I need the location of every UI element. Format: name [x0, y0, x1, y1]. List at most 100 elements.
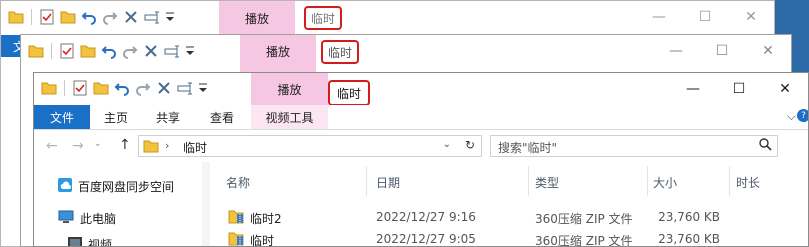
new-folder-icon[interactable]: [79, 42, 97, 60]
minimize-button[interactable]: —: [670, 73, 716, 105]
column-header-label: 名称: [226, 176, 251, 190]
customize-dropdown-icon[interactable]: [197, 79, 209, 97]
delete-icon[interactable]: [122, 8, 140, 26]
refresh-icon[interactable]: ↻: [465, 138, 475, 152]
close-button[interactable]: ✕: [762, 73, 808, 105]
tab-video-tools-label: 视频工具: [265, 110, 314, 125]
tab-home[interactable]: 主页: [94, 105, 138, 129]
close-button[interactable]: ✕: [745, 35, 791, 67]
column-header-label: 日期: [376, 176, 401, 190]
minimize-button[interactable]: —: [636, 1, 682, 33]
contextual-tab-label: 播放: [244, 11, 269, 26]
delete-icon[interactable]: [142, 42, 160, 60]
customize-dropdown-icon[interactable]: [184, 42, 196, 60]
tab-share[interactable]: 共享: [146, 105, 190, 129]
forward-arrow-icon[interactable]: →: [72, 138, 84, 154]
file-size: 23,760 KB: [658, 210, 720, 224]
column-header-name[interactable]: 名称: [226, 174, 250, 191]
tab-video-tools[interactable]: 视频工具: [251, 105, 328, 129]
maximize-button[interactable]: ☐: [699, 35, 745, 67]
column-header-label: 类型: [535, 176, 560, 190]
tab-file[interactable]: 文件: [34, 105, 90, 129]
column-divider[interactable]: [528, 166, 529, 196]
folder-icon: [40, 79, 58, 97]
close-button[interactable]: ✕: [728, 1, 774, 33]
navigation-pane: 百度网盘同步空间 此电脑 视频: [34, 162, 202, 246]
address-bar[interactable]: › 临时 ⌄ ↻: [138, 135, 482, 157]
nav-item-cloud-drive[interactable]: 百度网盘同步空间: [58, 178, 174, 195]
rename-icon[interactable]: [143, 8, 161, 26]
redo-icon[interactable]: [121, 42, 139, 60]
tab-home-label: 主页: [103, 110, 128, 125]
contextual-tab-label: 播放: [265, 44, 290, 59]
recent-locations-icon[interactable]: ⌄: [94, 139, 102, 149]
maximize-button[interactable]: ☐: [682, 1, 728, 33]
address-dropdown-icon[interactable]: ⌄: [443, 139, 451, 150]
window-title-text: 临时: [337, 86, 362, 101]
zip-archive-icon: [228, 208, 244, 227]
table-row[interactable]: 临时2 2022/12/27 9:16 360压缩 ZIP 文件 23,760 …: [210, 206, 808, 228]
window-title-text: 临时: [328, 45, 353, 60]
quick-access-toolbar: [40, 79, 209, 97]
folder-icon: [7, 8, 25, 26]
search-icon: [759, 138, 772, 154]
quick-access-toolbar: [27, 42, 196, 60]
minimize-button[interactable]: —: [653, 35, 699, 67]
contextual-tab-header[interactable]: 播放: [240, 35, 316, 67]
column-divider[interactable]: [647, 166, 648, 196]
rename-icon[interactable]: [176, 79, 194, 97]
nav-item-label: 此电脑: [80, 212, 117, 226]
tab-file-label: 文件: [49, 110, 74, 125]
maximize-button[interactable]: ☐: [716, 73, 762, 105]
nav-item-videos[interactable]: 视频: [68, 236, 113, 247]
address-text: 临时: [183, 141, 208, 155]
properties-check-icon[interactable]: [38, 8, 56, 26]
folder-icon: [143, 139, 159, 156]
properties-check-icon[interactable]: [71, 79, 89, 97]
undo-icon[interactable]: [100, 42, 118, 60]
title-bar: 播放 临时 — ☐ ✕: [1, 1, 774, 35]
back-arrow-icon[interactable]: ←: [46, 138, 58, 154]
file-type: 360压缩 ZIP 文件: [535, 212, 633, 226]
column-header-size[interactable]: 大小: [653, 174, 677, 191]
tab-view[interactable]: 查看: [200, 105, 244, 129]
breadcrumb-chevron-icon[interactable]: ›: [165, 139, 169, 152]
contextual-tab-header[interactable]: 播放: [251, 73, 328, 105]
column-headers: 名称 日期 类型 大小 时长: [210, 162, 808, 198]
column-header-label: 大小: [653, 176, 678, 190]
column-header-duration[interactable]: 时长: [736, 174, 760, 191]
video-folder-icon: [68, 236, 82, 246]
toolbar-divider: [64, 80, 65, 96]
delete-icon[interactable]: [155, 79, 173, 97]
nav-item-label: 视频: [88, 238, 113, 247]
nav-item-this-pc[interactable]: 此电脑: [58, 210, 116, 227]
undo-icon[interactable]: [80, 8, 98, 26]
cloud-drive-icon: [58, 178, 72, 195]
new-folder-icon[interactable]: [59, 8, 77, 26]
file-date: 2022/12/27 9:16: [376, 210, 476, 224]
customize-dropdown-icon[interactable]: [164, 8, 176, 26]
column-header-type[interactable]: 类型: [535, 174, 559, 191]
title-bar: 播放 临时 — ☐ ✕: [34, 73, 808, 106]
pane-divider[interactable]: [202, 162, 210, 246]
column-divider[interactable]: [366, 166, 367, 196]
column-header-date[interactable]: 日期: [376, 174, 400, 191]
search-placeholder: 搜索"临时": [498, 141, 558, 155]
column-divider[interactable]: [729, 166, 730, 196]
properties-check-icon[interactable]: [58, 42, 76, 60]
redo-icon[interactable]: [101, 8, 119, 26]
contextual-tab-header[interactable]: 播放: [219, 1, 295, 35]
rename-icon[interactable]: [163, 42, 181, 60]
zip-archive-icon: [228, 230, 244, 246]
table-row[interactable]: 临时 2022/12/27 9:05 360压缩 ZIP 文件 23,760 K…: [210, 228, 808, 246]
file-name: 临时2: [250, 212, 282, 226]
window-title-highlighted: 临时: [321, 40, 360, 64]
ribbon-expand-icon[interactable]: ⌵: [787, 109, 796, 124]
redo-icon[interactable]: [134, 79, 152, 97]
search-box[interactable]: 搜索"临时": [490, 135, 778, 157]
up-arrow-icon[interactable]: ↑: [119, 137, 131, 153]
undo-icon[interactable]: [113, 79, 131, 97]
new-folder-icon[interactable]: [92, 79, 110, 97]
folder-icon: [27, 42, 45, 60]
help-icon[interactable]: ?: [797, 109, 808, 122]
